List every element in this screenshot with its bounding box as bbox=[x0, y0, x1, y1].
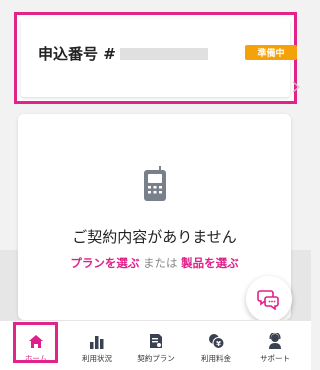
order-card[interactable]: 申込番号 # 準備中 bbox=[14, 12, 301, 104]
chat-button[interactable] bbox=[246, 276, 292, 322]
order-card-inner[interactable]: 申込番号 # 準備中 bbox=[21, 19, 301, 97]
home-highlight bbox=[13, 322, 58, 363]
chevron-right-icon bbox=[292, 81, 301, 93]
empty-actions: プランを選ぶ または 製品を選ぶ bbox=[18, 255, 291, 271]
nav-item-usage[interactable]: 利用状況 bbox=[67, 321, 127, 369]
bar-chart-icon bbox=[90, 336, 104, 349]
nav-item-plan[interactable]: 契約プラン bbox=[126, 321, 186, 369]
contract-icon bbox=[150, 334, 162, 348]
nav-item-billing[interactable]: ¥ 利用料金 bbox=[186, 321, 246, 369]
nav-label-usage: 利用状況 bbox=[82, 354, 112, 363]
or-text: または bbox=[139, 256, 182, 270]
nav-label-support: サポート bbox=[260, 354, 290, 363]
order-number-label: 申込番号 # bbox=[38, 45, 116, 63]
status-badge: 準備中 bbox=[245, 45, 297, 60]
redacted-order-number bbox=[119, 47, 208, 60]
choose-product-link[interactable]: 製品を選ぶ bbox=[181, 256, 239, 270]
support-icon bbox=[269, 333, 281, 349]
nav-label-plan: 契約プラン bbox=[137, 354, 175, 363]
yen-icon: ¥ bbox=[208, 334, 224, 349]
choose-plan-link[interactable]: プランを選ぶ bbox=[70, 256, 139, 270]
empty-message: ご契約内容がありません bbox=[72, 228, 237, 246]
chat-icon bbox=[257, 290, 279, 310]
phone-icon bbox=[144, 166, 166, 201]
nav-item-support[interactable]: サポート bbox=[245, 321, 305, 369]
nav-label-billing: 利用料金 bbox=[201, 354, 231, 363]
svg-text:¥: ¥ bbox=[216, 340, 221, 348]
order-number-title: 申込番号 # bbox=[38, 43, 208, 64]
